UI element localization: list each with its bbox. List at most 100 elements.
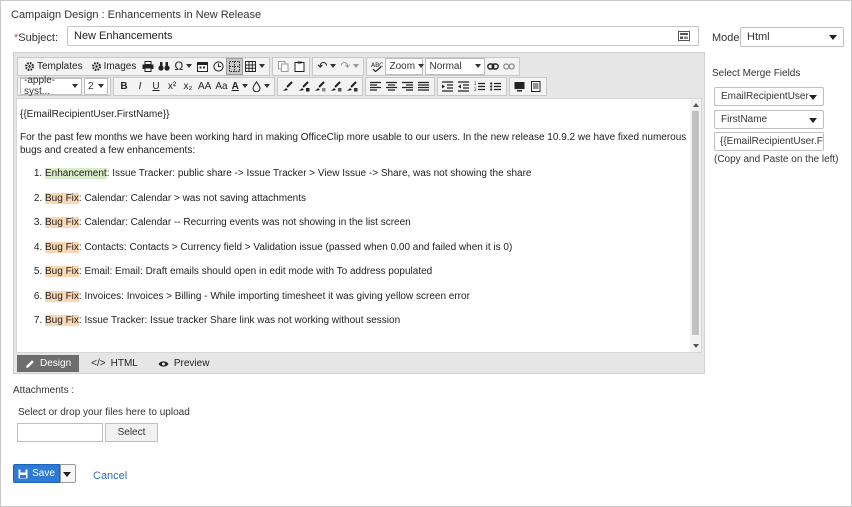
chevron-down-icon (829, 35, 837, 40)
grow-font-button[interactable]: AA (196, 78, 213, 95)
chevron-down-icon (241, 84, 248, 88)
editor-toolbar-row-2: -apple-syst... 2 B I U x² x₂ AA Aa A 1 2 (17, 75, 549, 97)
justify-button[interactable] (416, 78, 432, 95)
merge-token-field[interactable]: {{EmailRecipientUser.First (714, 132, 824, 151)
background-color-button[interactable] (250, 78, 272, 95)
underline-button[interactable]: U (148, 78, 164, 95)
scroll-thumb[interactable] (692, 111, 699, 335)
chevron-down-icon (809, 118, 817, 123)
subject-input[interactable]: New Enhancements (67, 26, 699, 46)
align-right-button[interactable] (400, 78, 416, 95)
list-item: Bug Fix: Calendar: Calendar > was not sa… (45, 192, 695, 205)
find-button[interactable] (156, 58, 172, 75)
strip-css-button[interactable] (312, 78, 328, 95)
save-button-label: Save (32, 468, 55, 479)
mode-select[interactable]: Html (740, 27, 844, 47)
insert-time-button[interactable] (210, 58, 226, 75)
scroll-down-icon[interactable] (693, 344, 699, 348)
merge-field-select[interactable]: FirstName (714, 110, 824, 129)
list-item-text: : Issue Tracker: public share -> Issue T… (106, 168, 532, 179)
floppy-icon (18, 469, 28, 478)
font-family-select[interactable]: -apple-syst... (20, 75, 82, 97)
numbered-list-button[interactable]: 12 (472, 78, 488, 95)
outdent-button[interactable] (456, 78, 472, 95)
strip-font-button[interactable] (328, 78, 344, 95)
font-size-select[interactable]: 2 (84, 77, 108, 95)
bold-button[interactable]: B (116, 78, 132, 95)
toolbar-group-history: ↶ ↷ (312, 56, 365, 76)
copy-button[interactable] (275, 58, 291, 75)
indent-button[interactable] (440, 78, 456, 95)
insert-media-button[interactable] (512, 78, 528, 95)
subject-label-text: Subject: (18, 32, 59, 44)
chevron-down-icon (809, 95, 817, 100)
paragraph-format-select[interactable]: Normal (425, 57, 486, 75)
select-files-button[interactable]: Select (105, 423, 158, 442)
cancel-link[interactable]: Cancel (93, 470, 127, 482)
redo-button[interactable]: ↷ (338, 58, 361, 75)
clipboard-icon (294, 61, 305, 72)
tab-preview[interactable]: Preview (150, 355, 218, 372)
strip-span-button[interactable] (344, 78, 360, 95)
document-icon (530, 80, 541, 92)
indent-icon (442, 80, 454, 92)
special-char-button[interactable]: Ω (172, 58, 194, 75)
tab-design[interactable]: Design (17, 355, 80, 372)
document-button[interactable] (528, 78, 544, 95)
list-item-text: : Email: Email: Draft emails should open… (78, 266, 433, 277)
bulleted-list-button[interactable] (488, 78, 504, 95)
toolbar-group-align (364, 76, 435, 96)
editor-scrollbar[interactable] (690, 99, 701, 352)
editor-content-area[interactable]: {{EmailRecipientUser.FirstName}} For the… (16, 98, 702, 353)
undo-button[interactable]: ↶ (315, 58, 338, 75)
toolbar-group-formatting (276, 76, 363, 96)
templates-label: Templates (37, 60, 83, 72)
align-left-button[interactable] (368, 78, 384, 95)
remove-link-button[interactable] (501, 58, 517, 75)
tab-design-label: Design (40, 358, 72, 369)
toggle-borders-button[interactable] (226, 57, 244, 75)
zoom-select[interactable]: Zoom (385, 57, 425, 75)
brush-font-icon (330, 80, 342, 91)
apply-css-button[interactable] (296, 78, 312, 95)
calendar-icon (196, 61, 208, 72)
brush-span-icon (346, 80, 358, 91)
scroll-up-icon[interactable] (693, 103, 699, 107)
font-color-button[interactable]: A (230, 78, 250, 95)
chevron-down-icon (98, 84, 104, 88)
images-button[interactable]: Images (87, 58, 141, 75)
list-item-text: : Calendar: Calendar > was not saving at… (78, 192, 306, 204)
pencil-icon (26, 359, 34, 368)
chevron-down-icon (186, 64, 193, 68)
save-options-dropdown[interactable] (60, 464, 76, 483)
paste-button[interactable] (291, 58, 307, 75)
redo-icon: ↷ (340, 59, 351, 73)
enhancement-tag: Enhancement (45, 168, 107, 179)
shrink-font-button[interactable]: Aa (213, 78, 229, 95)
italic-button[interactable]: I (132, 78, 148, 95)
subscript-button[interactable]: x₂ (180, 78, 196, 95)
bug-fix-tag: Bug Fix (45, 266, 79, 277)
merge-object-select[interactable]: EmailRecipientUser (714, 87, 824, 106)
toolbar-group-insert: Templates Images Ω (17, 56, 271, 76)
spellcheck-button[interactable]: ABC (369, 58, 385, 75)
outdent-icon (458, 80, 470, 92)
insert-date-button[interactable] (194, 58, 210, 75)
templates-button[interactable]: Templates (20, 58, 87, 75)
insert-link-button[interactable] (485, 58, 501, 75)
align-center-icon (386, 81, 398, 91)
tab-html[interactable]: </> HTML (83, 355, 146, 372)
insert-table-button[interactable] (243, 58, 267, 75)
paint-drop-icon (252, 80, 261, 92)
table-icon (245, 60, 257, 72)
insert-field-icon[interactable] (678, 30, 690, 42)
save-button[interactable]: Save (13, 464, 60, 483)
format-stripper-button[interactable] (280, 78, 296, 95)
chevron-down-icon (263, 84, 270, 88)
align-center-button[interactable] (384, 78, 400, 95)
print-button[interactable] (140, 58, 156, 75)
superscript-button[interactable]: x² (164, 78, 180, 95)
file-drop-zone[interactable] (17, 423, 103, 442)
toolbar-group-lists: 12 (436, 76, 507, 96)
mode-select-value: Html (747, 31, 770, 43)
